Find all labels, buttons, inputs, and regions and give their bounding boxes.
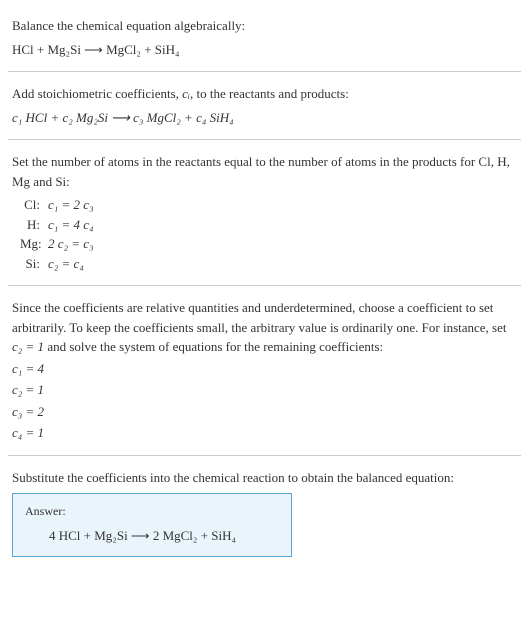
stoich-text: Add stoichiometric coefficients, cᵢ, to … [12, 84, 517, 104]
solve-text-1: Since the coefficients are relative quan… [12, 300, 507, 335]
divider [8, 285, 521, 286]
atom-equation: c₁ = 4 c₄ [48, 215, 94, 235]
atom-row-mg: Mg: 2 c₂ = c₃ [20, 234, 517, 254]
atom-equation: c₁ = 2 c₃ [48, 195, 94, 215]
section-balance-intro: Balance the chemical equation algebraica… [8, 8, 521, 67]
answer-label: Answer: [25, 502, 279, 520]
ci-symbol: cᵢ [182, 86, 190, 101]
coeff-c3: c₃ = 2 [12, 402, 517, 422]
atom-equation: c₂ = c₄ [48, 254, 84, 274]
atom-label: H: [20, 215, 48, 235]
divider [8, 71, 521, 72]
balanced-equation: 4 HCl + Mg₂Si ⟶ 2 MgCl₂ + SiH₄ [25, 526, 279, 546]
solve-text: Since the coefficients are relative quan… [12, 298, 517, 357]
atom-row-si: Si: c₂ = c₄ [20, 254, 517, 274]
coeff-c2: c₂ = 1 [12, 380, 517, 400]
solve-text-2: and solve the system of equations for th… [44, 339, 383, 354]
heading-balance: Balance the chemical equation algebraica… [12, 16, 517, 36]
atom-label: Si: [20, 254, 48, 274]
atom-label: Cl: [20, 195, 48, 215]
section-solve: Since the coefficients are relative quan… [8, 290, 521, 451]
set-value: c₂ = 1 [12, 339, 44, 354]
atom-equation: 2 c₂ = c₃ [48, 234, 94, 254]
coeff-equation: c₁ HCl + c₂ Mg₂Si ⟶ c₃ MgCl₂ + c₄ SiH₄ [12, 108, 517, 128]
coeff-c1: c₁ = 4 [12, 359, 517, 379]
divider [8, 139, 521, 140]
atom-equations: Cl: c₁ = 2 c₃ H: c₁ = 4 c₄ Mg: 2 c₂ = c₃… [20, 195, 517, 273]
answer-box: Answer: 4 HCl + Mg₂Si ⟶ 2 MgCl₂ + SiH₄ [12, 493, 292, 557]
stoich-text-after: , to the reactants and products: [190, 86, 349, 101]
atom-row-h: H: c₁ = 4 c₄ [20, 215, 517, 235]
atom-label: Mg: [20, 234, 48, 254]
section-answer: Substitute the coefficients into the che… [8, 460, 521, 565]
divider [8, 455, 521, 456]
stoich-text-before: Add stoichiometric coefficients, [12, 86, 182, 101]
atom-row-cl: Cl: c₁ = 2 c₃ [20, 195, 517, 215]
atom-balance-heading: Set the number of atoms in the reactants… [12, 152, 517, 191]
substitute-heading: Substitute the coefficients into the che… [12, 468, 517, 488]
unbalanced-equation: HCl + Mg₂Si ⟶ MgCl₂ + SiH₄ [12, 40, 517, 60]
section-atom-balance: Set the number of atoms in the reactants… [8, 144, 521, 281]
section-stoichiometric: Add stoichiometric coefficients, cᵢ, to … [8, 76, 521, 135]
coeff-c4: c₄ = 1 [12, 423, 517, 443]
